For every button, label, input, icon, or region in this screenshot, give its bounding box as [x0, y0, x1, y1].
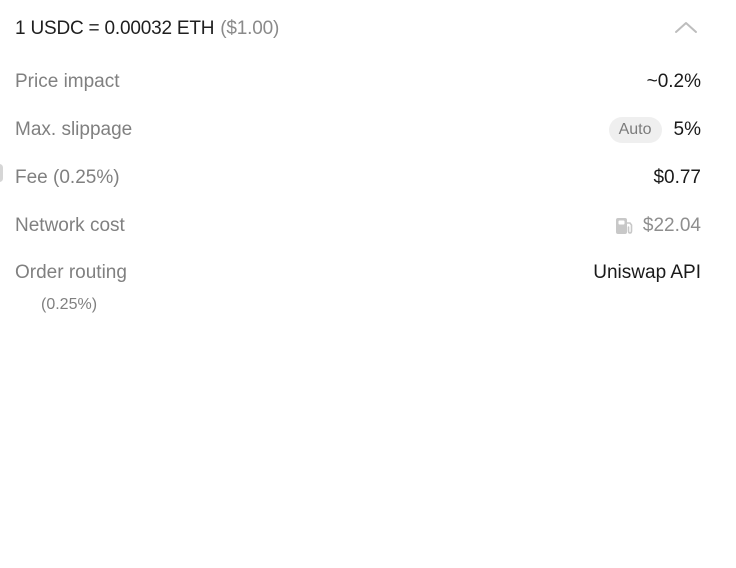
price-impact-value: ~0.2%: [646, 71, 701, 92]
order-routing-row: Order routing Uniswap API: [15, 250, 701, 296]
exchange-rate: 1 USDC = 0.00032 ETH ($1.00): [15, 18, 279, 40]
exchange-rate-usd: ($1.00): [220, 18, 280, 39]
network-cost-value-group: $22.04: [613, 215, 701, 237]
exchange-rate-text: 1 USDC = 0.00032 ETH: [15, 18, 215, 39]
swap-details-header[interactable]: 1 USDC = 0.00032 ETH ($1.00): [15, 0, 701, 58]
max-slippage-value: 5%: [673, 119, 701, 140]
fee-label: Fee (0.25%): [15, 167, 120, 188]
side-edge-tab: [0, 164, 3, 182]
price-impact-label: Price impact: [15, 71, 120, 92]
fee-row: Fee (0.25%) $0.77: [15, 154, 701, 202]
chevron-up-icon: [673, 19, 699, 40]
price-impact-row: Price impact ~0.2%: [15, 58, 701, 106]
network-cost-value: $22.04: [642, 215, 701, 236]
order-routing-value[interactable]: Uniswap API: [593, 262, 701, 284]
slippage-auto-badge[interactable]: Auto: [608, 117, 662, 143]
max-slippage-label: Max. slippage: [15, 119, 133, 140]
fee-value: $0.77: [653, 167, 701, 188]
network-cost-label: Network cost: [15, 215, 125, 236]
collapse-details-button[interactable]: [671, 14, 701, 44]
order-routing-label: Order routing: [15, 262, 127, 283]
order-routing-note: (0.25%): [41, 296, 98, 313]
max-slippage-row: Max. slippage Auto 5%: [15, 106, 701, 154]
gas-pump-icon: [613, 215, 635, 237]
max-slippage-value-group: Auto 5%: [608, 117, 701, 143]
network-cost-row: Network cost $22.04: [15, 202, 701, 250]
swap-details-panel: 1 USDC = 0.00032 ETH ($1.00) Price impact…: [15, 0, 701, 314]
